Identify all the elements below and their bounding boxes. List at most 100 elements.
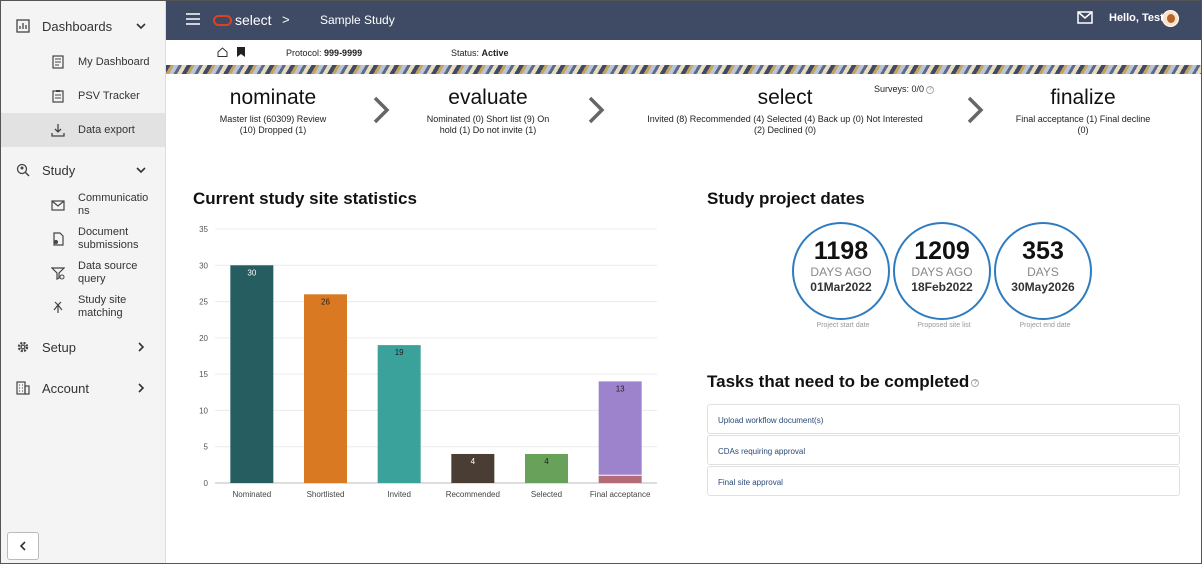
- bar: [598, 381, 642, 475]
- help-icon[interactable]: ?: [971, 378, 980, 387]
- sidebar-item-document-submissions[interactable]: Document submissions: [1, 224, 165, 254]
- sidebar: Dashboards My Dashboard PSV Tracker Data…: [1, 1, 166, 563]
- sidebar-item-label: Data export: [78, 123, 135, 136]
- status-info: Status: Active: [451, 48, 509, 58]
- document-icon: [53, 232, 64, 246]
- mail-icon[interactable]: [1077, 11, 1093, 24]
- sidebar-item-study-site-matching[interactable]: Study site matching: [1, 292, 165, 322]
- dates-section-title: Study project dates: [707, 189, 865, 208]
- days-count: 1209: [914, 237, 970, 265]
- avatar[interactable]: [1162, 10, 1179, 27]
- download-icon: [51, 124, 65, 137]
- status-value: Active: [481, 48, 509, 58]
- data-label: 19: [395, 348, 404, 357]
- bar: [377, 345, 421, 483]
- y-tick-label: 0: [204, 479, 209, 488]
- step-nominate[interactable]: nominate Master list (60309) Review (10) …: [213, 86, 333, 136]
- user-greeting[interactable]: Hello, Test: [1109, 12, 1164, 24]
- home-icon[interactable]: [217, 47, 228, 57]
- nav-group-label: Account: [42, 380, 89, 396]
- chevron-left-icon: [19, 541, 26, 551]
- filter-search-icon: [51, 267, 65, 280]
- task-item[interactable]: Final site approval: [707, 466, 1180, 496]
- bar: [304, 294, 347, 483]
- tasks-section-title: Tasks that need to be completed?: [707, 372, 980, 392]
- surveys-count: Surveys: 0/0?: [874, 84, 935, 94]
- study-search-icon: [16, 163, 30, 177]
- step-counts: Master list (60309) Review (10) Dropped (…: [219, 114, 327, 135]
- nav-group-label: Setup: [42, 339, 76, 355]
- bar: [230, 265, 274, 483]
- protocol-info: Protocol: 999-9999: [286, 48, 363, 58]
- study-title[interactable]: Sample Study: [320, 13, 395, 27]
- dashboard-icon: [16, 19, 30, 33]
- chevron-right-icon: [138, 342, 145, 352]
- nav-group-setup[interactable]: Setup: [1, 334, 165, 360]
- y-tick-label: 25: [199, 298, 208, 307]
- collapse-sidebar-button[interactable]: [7, 532, 39, 560]
- app-logo[interactable]: select: [213, 12, 272, 28]
- sidebar-item-label: Document submissions: [78, 226, 139, 251]
- y-tick-label: 35: [199, 225, 208, 234]
- date-value: 01Mar2022: [810, 280, 872, 294]
- x-tick-label: Shortlisted: [307, 490, 345, 499]
- date-circle-end: 353 DAYS 30May2026: [994, 222, 1092, 320]
- days-unit: DAYS: [1027, 265, 1059, 279]
- data-label: 13: [616, 384, 625, 393]
- merge-arrow-icon: [53, 301, 63, 313]
- chevron-down-icon: [136, 23, 146, 30]
- protocol-value: 999-9999: [324, 48, 363, 58]
- nav-group-account[interactable]: Account: [1, 375, 165, 401]
- step-counts: Invited (8) Recommended (4) Selected (4)…: [647, 114, 923, 135]
- hamburger-menu-icon[interactable]: [186, 13, 200, 25]
- nav-group-study[interactable]: Study: [1, 157, 165, 183]
- step-title: finalize: [1050, 86, 1116, 109]
- clipboard-icon: [52, 90, 64, 103]
- sidebar-item-my-dashboard[interactable]: My Dashboard: [1, 53, 165, 71]
- y-tick-label: 5: [204, 443, 209, 452]
- help-icon[interactable]: ?: [926, 85, 935, 94]
- sidebar-item-label: Data source query: [78, 260, 138, 285]
- date-circle-start: 1198 DAYS AGO 01Mar2022: [792, 222, 890, 320]
- chevron-right-icon: [588, 96, 605, 124]
- nav-group-dashboards[interactable]: Dashboards: [1, 13, 165, 39]
- y-tick-label: 15: [199, 370, 208, 379]
- y-tick-label: 10: [199, 406, 208, 415]
- top-header: select > Sample Study Hello, Test: [166, 1, 1201, 40]
- data-label: 4: [544, 457, 549, 466]
- days-count: 353: [1022, 237, 1064, 265]
- sidebar-item-psv-tracker[interactable]: PSV Tracker: [1, 87, 165, 105]
- nav-group-label: Study: [42, 162, 76, 178]
- gear-icon: [17, 341, 29, 353]
- sidebar-item-data-source-query[interactable]: Data source query: [1, 258, 165, 288]
- days-count: 1198: [813, 237, 869, 265]
- y-tick-label: 20: [199, 334, 208, 343]
- bookmark-icon[interactable]: [237, 47, 245, 57]
- oracle-ring-logo: [213, 14, 232, 26]
- date-circle-site-list: 1209 DAYS AGO 18Feb2022: [893, 222, 991, 320]
- chevron-right-icon: [373, 96, 390, 124]
- step-evaluate[interactable]: evaluate Nominated (0) Short list (9) On…: [419, 86, 557, 136]
- date-value: 18Feb2022: [911, 280, 973, 294]
- bar-segment-bottom: [598, 475, 642, 483]
- x-tick-label: Invited: [387, 490, 411, 499]
- sidebar-item-data-export[interactable]: Data export: [1, 113, 165, 147]
- task-item[interactable]: Upload workflow document(s): [707, 404, 1180, 434]
- sidebar-item-label: PSV Tracker: [78, 89, 140, 102]
- step-finalize[interactable]: finalize Final acceptance (1) Final decl…: [1009, 86, 1157, 136]
- chevron-right-icon: [138, 383, 145, 393]
- stats-section-title: Current study site statistics: [193, 189, 417, 208]
- sidebar-item-communications[interactable]: Communicatio ns: [1, 190, 165, 220]
- days-unit: DAYS AGO: [911, 265, 973, 279]
- breadcrumb-separator: >: [282, 12, 290, 27]
- date-caption: Project start date: [816, 322, 870, 329]
- data-label: 4: [471, 457, 476, 466]
- date-caption: Project end date: [1019, 322, 1071, 329]
- task-item[interactable]: CDAs requiring approval: [707, 435, 1180, 465]
- chevron-down-icon: [136, 167, 146, 174]
- sidebar-item-label: Study site matching: [78, 294, 127, 319]
- x-tick-label: Selected: [531, 490, 562, 499]
- dashboard-list-icon: [52, 55, 64, 69]
- sidebar-item-label: My Dashboard: [78, 55, 150, 68]
- step-title: evaluate: [448, 86, 528, 109]
